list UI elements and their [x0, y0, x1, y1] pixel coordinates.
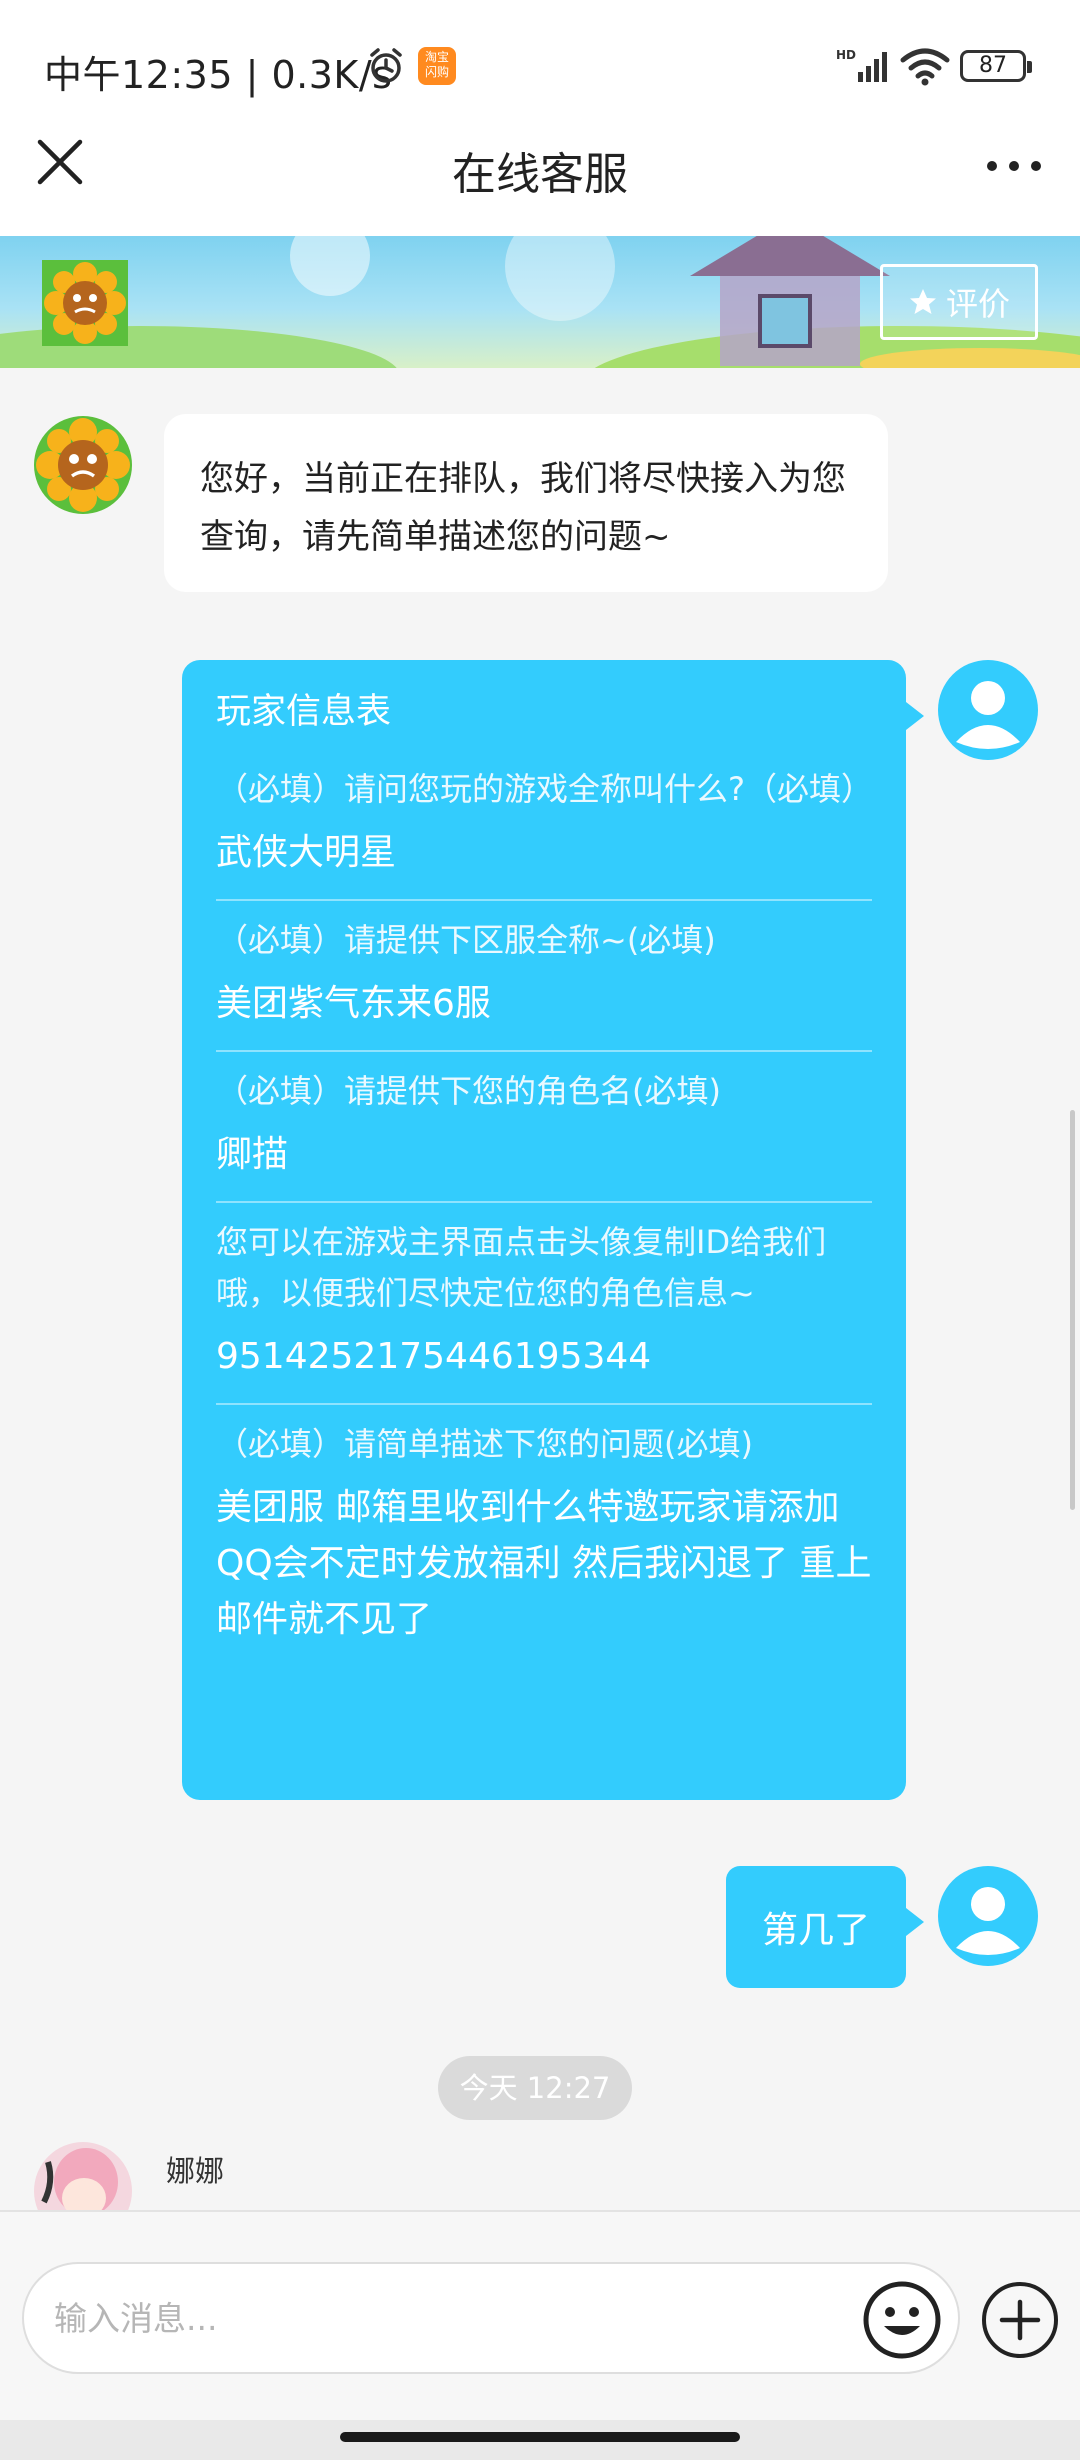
form-answer: 武侠大明星 — [216, 832, 397, 873]
emoji-icon[interactable] — [862, 2280, 942, 2360]
form-item: （必填）请简单描述下您的问题(必填) 美团服 邮箱里收到什么特邀玩家请添加QQ会… — [216, 1405, 872, 1666]
battery-icon: 87 — [960, 50, 1032, 82]
taobao-flash-icon: 淘宝 闪购 — [418, 47, 456, 85]
form-question: （必填）请问您玩的游戏全称叫什么?（必填） — [216, 770, 873, 808]
agent-name: 娜娜 — [166, 2154, 225, 2188]
svg-text:HD: HD — [836, 48, 856, 62]
input-bar — [0, 2210, 1080, 2420]
alarm-icon — [370, 48, 402, 83]
form-question: （必填）请提供下区服全称~(必填) — [216, 921, 716, 959]
rate-button[interactable]: 评价 — [880, 264, 1038, 340]
form-item: （必填）请提供下您的角色名(必填) 卿描 — [216, 1052, 872, 1203]
more-dots-icon[interactable] — [986, 156, 1042, 176]
user-avatar — [938, 660, 1038, 760]
player-info-form-bubble: 玩家信息表 （必填）请问您玩的游戏全称叫什么?（必填） 武侠大明星 （必填）请提… — [182, 660, 924, 1800]
form-question: （必填）请提供下您的角色名(必填) — [216, 1072, 721, 1110]
header: 在线客服 — [0, 106, 1080, 236]
page-title: 在线客服 — [452, 149, 628, 200]
service-message-bubble: 您好，当前正在排队，我们将尽快接入为您查询，请先简单描述您的问题~ — [164, 414, 888, 592]
form-answer: 美团紫气东来6服 — [216, 983, 491, 1024]
wifi-icon — [900, 48, 950, 86]
form-item: （必填）请问您玩的游戏全称叫什么?（必填） 武侠大明星 — [216, 750, 873, 901]
service-logo — [42, 260, 128, 346]
star-icon — [909, 289, 936, 314]
service-banner: 评价 — [0, 236, 1080, 368]
scrollbar[interactable] — [1070, 1110, 1075, 1510]
form-item: 您可以在游戏主界面点击头像复制ID给我们哦，以便我们尽快定位您的角色信息~ 95… — [216, 1203, 872, 1405]
rate-label: 评价 — [945, 285, 1010, 323]
message-input[interactable] — [22, 2262, 960, 2374]
form-answer: 美团服 邮箱里收到什么特邀玩家请添加QQ会不定时发放福利 然后我闪退了 重上邮件… — [216, 1487, 872, 1640]
status-time: 中午12:35 | 0.3K/s — [44, 53, 393, 97]
timestamp-pill: 今天 12:27 — [438, 2056, 632, 2120]
form-item: （必填）请提供下区服全称~(必填) 美团紫气东来6服 — [216, 901, 872, 1052]
system-nav-area — [0, 2420, 1080, 2460]
form-question: （必填）请简单描述下您的问题(必填) — [216, 1425, 753, 1463]
user-avatar — [938, 1866, 1038, 1966]
user-message-bubble: 第几了 — [726, 1866, 924, 1988]
form-question: 您可以在游戏主界面点击头像复制ID给我们哦，以便我们尽快定位您的角色信息~ — [216, 1223, 827, 1312]
signal-icon: HD — [836, 48, 887, 82]
home-indicator[interactable] — [340, 2432, 740, 2442]
plus-icon[interactable] — [980, 2280, 1060, 2360]
service-avatar — [34, 416, 132, 514]
form-answer: 卿描 — [216, 1134, 289, 1175]
agent-avatar — [34, 2142, 132, 2212]
form-answer: 9514252175446195344 — [216, 1336, 652, 1377]
form-title: 玩家信息表 — [216, 692, 392, 732]
